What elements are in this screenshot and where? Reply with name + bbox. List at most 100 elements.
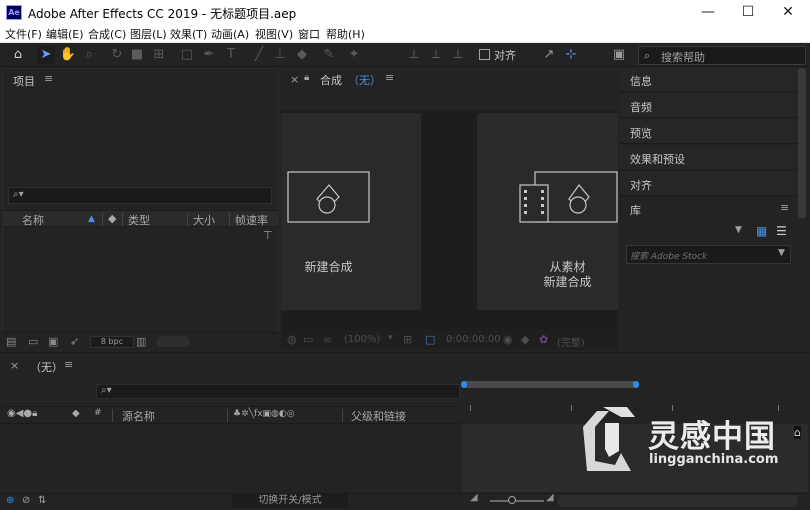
menu-help[interactable]: 帮助(H) — [326, 26, 365, 42]
project-search-input[interactable]: ⌕▾ — [8, 187, 272, 204]
search-help-input[interactable]: ⌕ 搜索帮助 — [638, 46, 806, 65]
clone-stamp-icon[interactable]: ⊥ — [271, 46, 289, 64]
layer-switches-icon[interactable]: ♣✲╲fx▣◍◐◎ — [233, 409, 295, 419]
column-type[interactable]: 类型 — [128, 212, 150, 228]
layer-switches-toggle-icon[interactable]: ⊕ — [6, 495, 14, 506]
column-parent[interactable]: 父级和链接 — [351, 408, 406, 424]
selection-icon[interactable]: ➤ — [37, 46, 55, 64]
chevron-down-icon[interactable]: ▼ — [778, 248, 785, 258]
transfer-controls-icon[interactable]: ⊘ — [22, 495, 30, 506]
menu-view[interactable]: 视图(V) — [255, 26, 293, 42]
effects-presets-panel-tab[interactable]: 效果和预设 — [620, 146, 798, 170]
local-axis-icon[interactable]: ⟂ — [405, 46, 423, 64]
world-axis-icon[interactable]: ⟂ — [427, 46, 445, 64]
right-panels-scrollbar[interactable] — [798, 68, 806, 218]
menu-composition[interactable]: 合成(C) — [88, 26, 126, 42]
minimize-button[interactable]: — — [686, 0, 730, 25]
list-view-icon[interactable]: ☰ — [776, 224, 787, 238]
grid-view-icon[interactable]: ▦ — [756, 224, 767, 238]
brush-icon[interactable]: ╱ — [250, 46, 268, 64]
work-area-start-handle[interactable] — [461, 381, 467, 388]
camera-icon[interactable]: ■ — [128, 46, 146, 64]
close-tab-icon[interactable]: × — [10, 359, 19, 372]
rotate-icon[interactable]: ↻ — [108, 46, 126, 64]
timeline-scrollbar[interactable] — [557, 495, 798, 507]
chevron-down-icon[interactable]: ▾ — [388, 333, 393, 343]
color-channel-icon[interactable]: ✿ — [539, 333, 548, 346]
show-snapshot-icon[interactable]: ◆ — [521, 333, 529, 346]
menu-edit[interactable]: 编辑(E) — [46, 26, 84, 42]
library-dropdown[interactable]: ▼ ▦ ☰ — [625, 222, 791, 241]
lock-icon[interactable]: 🔒︎ — [304, 72, 309, 83]
maximize-button[interactable]: ☐ — [726, 0, 770, 25]
thumbnail-slider[interactable] — [156, 336, 190, 347]
composition-tab-label[interactable]: 合成 — [320, 72, 342, 88]
panel-menu-icon[interactable]: ≡ — [780, 201, 789, 214]
from-footage-card[interactable]: 从素材 新建合成 — [477, 113, 618, 310]
chevron-down-icon[interactable]: ▼ — [735, 225, 742, 235]
composition-tab-value[interactable]: （无） — [348, 72, 381, 88]
zoom-select[interactable]: (100%) — [344, 334, 380, 345]
view-axis-icon[interactable]: ⟂ — [449, 46, 467, 64]
puppet-pin-icon[interactable]: ✦ — [345, 46, 363, 64]
label-tag-icon[interactable]: ◆ — [108, 212, 116, 225]
render-queue-icon[interactable]: ➶ — [70, 335, 79, 348]
timeline-zoom-slider[interactable] — [490, 500, 544, 502]
close-tab-icon[interactable]: × — [290, 73, 299, 86]
always-preview-icon[interactable]: ◍ — [287, 333, 297, 346]
menu-window[interactable]: 窗口 — [298, 26, 320, 42]
sort-arrow-icon[interactable]: ▲ — [88, 214, 95, 224]
menu-effect[interactable]: 效果(T) — [170, 26, 207, 42]
column-name[interactable]: 名称 — [22, 212, 44, 228]
workspace-icon[interactable]: ▣ — [610, 46, 628, 64]
work-area-bar[interactable] — [461, 381, 639, 388]
snap-target-icon[interactable]: ⊹ — [562, 46, 580, 64]
flowchart-icon[interactable]: ⊤ — [263, 229, 273, 242]
new-folder-icon[interactable]: ▭ — [28, 335, 38, 348]
resolution-select[interactable]: (完整) — [557, 334, 585, 349]
align-panel-tab[interactable]: 对齐 — [620, 172, 798, 196]
menu-animation[interactable]: 动画(A) — [211, 26, 249, 42]
timecode-display[interactable]: 0:00:00:00 — [446, 334, 501, 345]
zoom-icon[interactable]: ⌕ — [80, 46, 98, 64]
audio-panel-tab[interactable]: 音频 — [620, 94, 798, 118]
snap-checkbox[interactable] — [479, 49, 490, 60]
roto-brush-icon[interactable]: ✎ — [320, 46, 338, 64]
type-icon[interactable]: T — [222, 46, 240, 64]
snapshot-icon[interactable]: ◉ — [503, 333, 513, 346]
label-tag-icon[interactable]: ◆ — [72, 408, 80, 419]
work-area-end-handle[interactable] — [633, 381, 639, 388]
zoom-out-icon[interactable]: ◢ — [470, 492, 478, 503]
new-composition-card[interactable]: 新建合成 — [281, 113, 421, 310]
library-search-input[interactable]: 搜索 Adobe Stock ▼ — [626, 245, 791, 264]
home-icon[interactable]: ⌂ — [9, 46, 27, 64]
bit-depth-button[interactable]: 8 bpc — [90, 336, 134, 348]
info-panel-tab[interactable]: 信息 — [620, 68, 798, 92]
delete-icon[interactable]: ▥ — [136, 335, 146, 348]
rectangle-icon[interactable]: □ — [178, 46, 196, 64]
snap-expand-icon[interactable]: ↗ — [540, 46, 558, 64]
close-window-button[interactable]: ✕ — [766, 0, 810, 25]
menu-layer[interactable]: 图层(L) — [130, 26, 167, 42]
column-source-name[interactable]: 源名称 — [122, 408, 155, 424]
monitor-icon[interactable]: ▭ — [303, 333, 313, 346]
panel-menu-icon[interactable]: ≡ — [64, 358, 73, 371]
column-framerate[interactable]: 帧速率 — [235, 212, 268, 228]
eraser-icon[interactable]: ◆ — [293, 46, 311, 64]
preview-panel-tab[interactable]: 预览 — [620, 120, 798, 144]
pan-behind-icon[interactable]: ⊞ — [150, 46, 168, 64]
column-size[interactable]: 大小 — [193, 212, 215, 228]
timeline-tab-label[interactable]: （无） — [30, 359, 63, 375]
panel-menu-icon[interactable]: ≡ — [44, 72, 53, 85]
grid-icon[interactable]: ⊞ — [403, 333, 412, 346]
hand-icon[interactable]: ✋ — [59, 46, 77, 64]
comp-button-icon[interactable]: ⌂ — [794, 426, 801, 439]
toggle-switches-modes-button[interactable]: 切换开关/模式 — [232, 494, 348, 508]
menu-file[interactable]: 文件(F) — [5, 26, 42, 42]
timeline-zoom-knob[interactable] — [508, 496, 516, 504]
pen-icon[interactable]: ✒ — [200, 46, 218, 64]
mask-icon[interactable]: ∞ — [323, 333, 332, 346]
av-switches-icon[interactable]: ◉◀●🔒︎ — [7, 408, 37, 419]
region-icon[interactable]: □ — [425, 333, 435, 346]
interpret-footage-icon[interactable]: ▤ — [6, 335, 16, 348]
